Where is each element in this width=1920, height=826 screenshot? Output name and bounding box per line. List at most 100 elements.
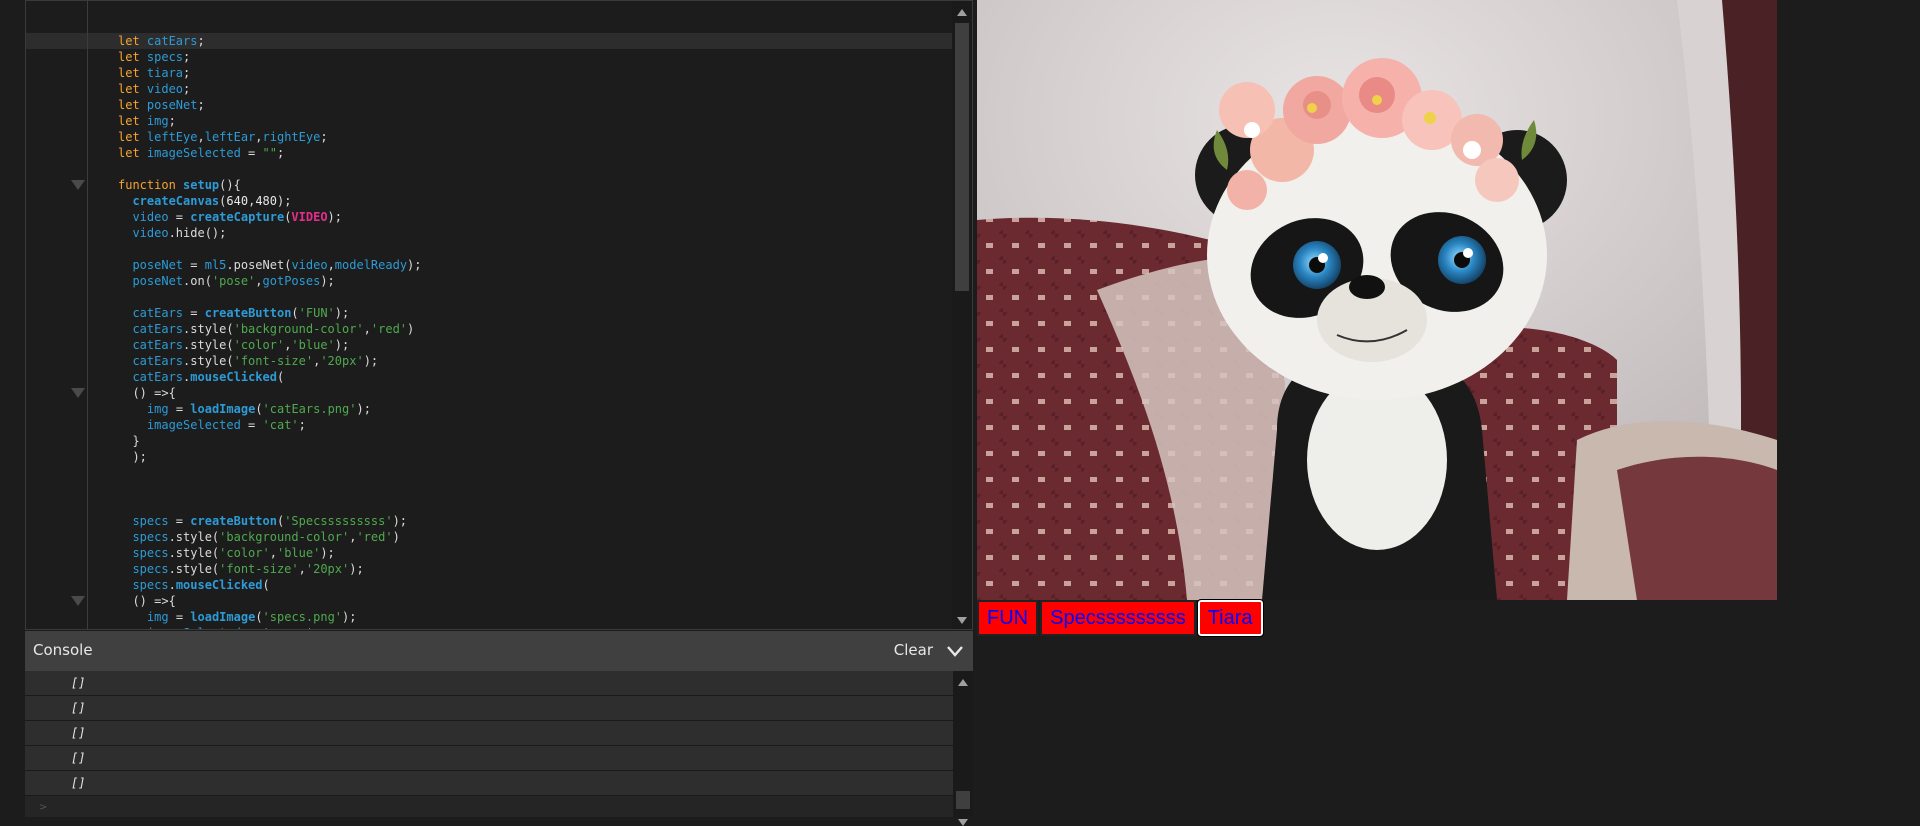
code-line[interactable]: let specs; [88, 49, 952, 65]
code-token: ); [363, 354, 379, 368]
code-line[interactable]: let leftEye,leftEar,rightEye; [88, 129, 952, 145]
code-line[interactable]: specs.style('font-size','20px'); [88, 561, 952, 577]
code-line[interactable]: let img; [88, 113, 952, 129]
code-token: , [255, 130, 263, 144]
code-line[interactable] [88, 497, 952, 513]
code-line[interactable] [88, 161, 952, 177]
code-line[interactable] [88, 289, 952, 305]
code-token: ; [183, 50, 191, 64]
code-line[interactable] [88, 481, 952, 497]
code-line[interactable]: catEars.style('background-color','red') [88, 321, 952, 337]
code-line[interactable]: imageSelected = 'specs'; [88, 625, 952, 629]
code-token: ) [392, 530, 400, 544]
code-token: createCanvas [132, 194, 220, 208]
code-token: .poseNet( [226, 258, 292, 272]
code-line[interactable]: createCanvas(640,480); [88, 193, 952, 209]
code-token: ); [277, 194, 292, 208]
code-token: , [269, 546, 277, 560]
code-token: , [298, 562, 306, 576]
code-line[interactable]: catEars = createButton('FUN'); [88, 305, 952, 321]
scroll-up-arrow-icon[interactable] [957, 9, 967, 16]
code-line[interactable]: } [88, 433, 952, 449]
specs-button[interactable]: Specsssssssss [1040, 600, 1196, 636]
fold-arrow-icon[interactable] [71, 180, 85, 190]
code-line[interactable] [88, 465, 952, 481]
console-log-row: [] [25, 721, 953, 746]
code-line[interactable]: video = createCapture(VIDEO); [88, 209, 952, 225]
code-line[interactable]: specs = createButton('Specsssssssss'); [88, 513, 952, 529]
code-token: .style( [168, 562, 220, 576]
code-line[interactable]: specs.style('background-color','red') [88, 529, 952, 545]
code-line[interactable]: let tiara; [88, 65, 952, 81]
console-prompt-icon[interactable]: > [39, 802, 47, 813]
code-line[interactable]: catEars.mouseClicked( [88, 369, 952, 385]
code-line[interactable]: let catEars; [88, 33, 952, 49]
code-token: .style( [168, 546, 220, 560]
console-clear-button[interactable]: Clear [894, 641, 933, 659]
code-token: '20px' [305, 562, 350, 576]
code-token: catEars [146, 34, 198, 48]
code-line[interactable]: specs.mouseClicked( [88, 577, 952, 593]
fun-button[interactable]: FUN [977, 600, 1039, 636]
code-token: = [168, 210, 191, 224]
console-log-row: [] [25, 746, 953, 771]
code-token: catEars [132, 338, 184, 352]
code-line[interactable]: imageSelected = 'cat'; [88, 417, 952, 433]
code-line[interactable]: poseNet = ml5.poseNet(video,modelReady); [88, 257, 952, 273]
code-line[interactable]: () =>{ [88, 593, 952, 609]
code-line[interactable]: specs.style('color','blue'); [88, 545, 952, 561]
code-line[interactable]: () =>{ [88, 385, 952, 401]
code-line[interactable]: ); [88, 449, 952, 465]
active-line-highlight [26, 33, 87, 49]
code-line[interactable]: let video; [88, 81, 952, 97]
scroll-down-arrow-icon[interactable] [957, 617, 967, 624]
scrollbar-thumb[interactable] [955, 23, 969, 291]
chevron-down-icon[interactable] [945, 643, 965, 659]
code-token: createCapture [190, 210, 285, 224]
code-line[interactable] [88, 241, 952, 257]
fold-arrow-icon[interactable] [71, 596, 85, 606]
scroll-down-arrow-icon[interactable] [958, 819, 968, 826]
code-line[interactable]: img = loadImage('catEars.png'); [88, 401, 952, 417]
code-token: createButton [190, 514, 277, 528]
code-line[interactable]: poseNet.on('pose',gotPoses); [88, 273, 952, 289]
code-token: 'color' [233, 338, 285, 352]
code-token: gotPoses [262, 274, 321, 288]
code-token: img [146, 114, 169, 128]
code-area[interactable]: let catEars; let specs; let tiara; let vid… [88, 1, 952, 629]
code-line[interactable]: catEars.style('color','blue'); [88, 337, 952, 353]
code-token: img [146, 610, 169, 624]
code-token: 'catEars.png' [262, 402, 357, 416]
console-panel: Console Clear [][][][][] > [25, 631, 973, 826]
fold-arrow-icon[interactable] [71, 388, 85, 398]
code-token: ; [197, 34, 212, 48]
code-line[interactable]: video.hide(); [88, 225, 952, 241]
code-token: 'font-size' [233, 354, 314, 368]
code-token: () =>{ [118, 386, 176, 400]
code-token: , [363, 322, 371, 336]
code-line[interactable]: catEars.style('font-size','20px'); [88, 353, 952, 369]
code-token: } [118, 434, 140, 448]
code-line[interactable]: let poseNet; [88, 97, 952, 113]
code-line[interactable]: img = loadImage('specs.png'); [88, 609, 952, 625]
editor-scrollbar[interactable] [952, 1, 972, 629]
code-token: specs [132, 530, 169, 544]
code-editor[interactable]: let catEars; let specs; let tiara; let vid… [25, 0, 973, 630]
code-line[interactable]: let imageSelected = ""; [88, 145, 952, 161]
code-token: ml5 [204, 258, 227, 272]
scroll-up-arrow-icon[interactable] [958, 679, 968, 686]
scrollbar-thumb[interactable] [956, 791, 970, 809]
code-token: 480 [255, 194, 277, 208]
console-scrollbar[interactable] [953, 671, 973, 826]
code-token: ; [320, 130, 328, 144]
code-token: 'background-color' [219, 530, 350, 544]
tiara-button[interactable]: Tiara [1196, 599, 1264, 637]
code-line[interactable]: function setup(){ [88, 177, 952, 193]
